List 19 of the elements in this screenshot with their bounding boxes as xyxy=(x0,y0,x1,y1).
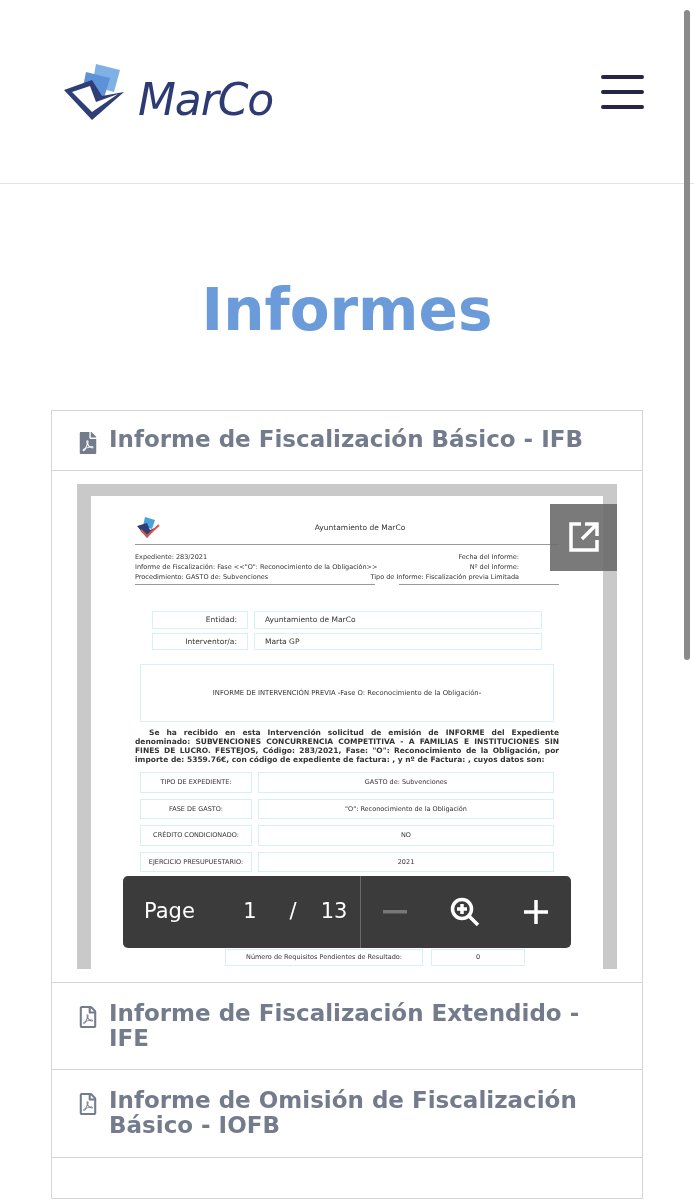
zoom-in-icon xyxy=(449,895,481,928)
open-external-button[interactable] xyxy=(550,503,617,571)
page-title: Informes xyxy=(201,276,493,346)
report-accordion-header[interactable]: Informe de Omisión de Fiscalización Básico - IOFB xyxy=(52,1070,642,1157)
page-label: Page xyxy=(144,897,196,925)
pdf-file-icon xyxy=(77,431,99,454)
minus-icon xyxy=(381,909,408,914)
report-accordion-header[interactable]: Informe de Fiscalización Extendido - IFE xyxy=(52,982,642,1070)
pdf-file-icon xyxy=(77,1093,99,1116)
menu-button[interactable] xyxy=(601,74,644,109)
page-number-field[interactable]: 1 xyxy=(228,895,272,928)
page-separator: / xyxy=(288,897,298,925)
document-logo-icon xyxy=(135,515,161,540)
logo-text: MarCo xyxy=(138,77,274,122)
page-count: 13 xyxy=(319,897,349,925)
plus-icon xyxy=(522,897,551,926)
open-external-icon xyxy=(566,520,601,555)
pdf-file-icon xyxy=(77,1005,99,1028)
report-accordion-header[interactable]: Informe de Fiscalización Básico - IFB xyxy=(52,410,642,471)
